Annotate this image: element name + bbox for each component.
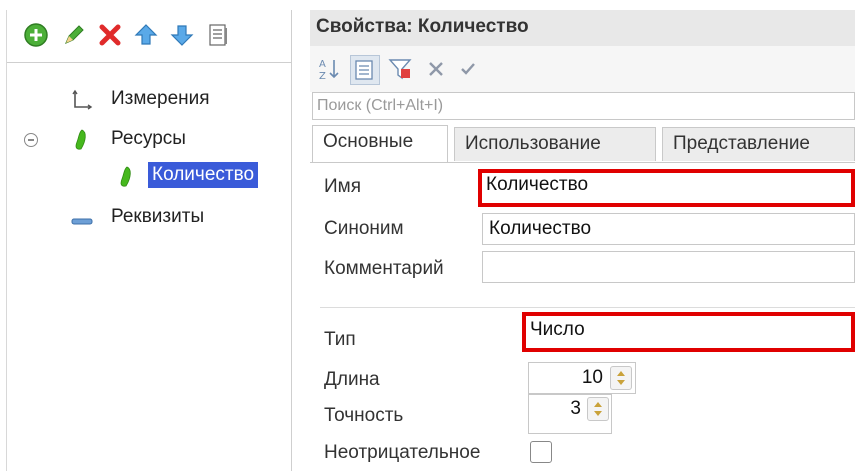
nonnegative-label: Неотрицательное xyxy=(324,442,481,463)
dimensions-icon xyxy=(71,89,93,116)
properties-title-bar: Свойства: Количество xyxy=(310,10,855,47)
comment-field[interactable] xyxy=(482,251,855,283)
tab-presentation[interactable]: Представление xyxy=(662,127,855,161)
spinner-arrows-icon xyxy=(594,402,602,416)
collapse-icon[interactable] xyxy=(23,132,39,153)
properties-tabs: Основные Использование Представление xyxy=(310,125,855,163)
tab-main[interactable]: Основные xyxy=(312,125,448,163)
properties-title: Свойства: Количество xyxy=(316,16,529,37)
type-field[interactable]: Число xyxy=(522,312,855,352)
synonym-label: Синоним xyxy=(324,218,404,239)
svg-text:A: A xyxy=(319,59,326,70)
precision-spinner[interactable] xyxy=(587,397,609,421)
filter-icon[interactable] xyxy=(386,55,414,83)
tree-item-label: Ресурсы xyxy=(111,128,186,149)
tree-toolbar xyxy=(7,10,291,63)
resource-icon xyxy=(73,129,89,156)
tabs-divider xyxy=(310,162,855,163)
delete-icon[interactable] xyxy=(97,22,123,48)
move-up-icon[interactable] xyxy=(133,22,159,48)
tree-item-resources[interactable]: Ресурсы xyxy=(7,125,287,155)
synonym-field[interactable]: Количество xyxy=(482,213,855,245)
length-label: Длина xyxy=(324,369,380,390)
add-icon[interactable] xyxy=(23,22,49,48)
search-placeholder: Поиск (Ctrl+Alt+I) xyxy=(317,97,444,114)
tab-usage[interactable]: Использование xyxy=(454,127,656,161)
type-label: Тип xyxy=(324,329,356,350)
name-field[interactable]: Количество xyxy=(478,169,855,207)
spinner-arrows-icon xyxy=(617,371,625,385)
cancel-icon[interactable] xyxy=(422,55,450,83)
svg-text:Z: Z xyxy=(319,71,326,82)
tree-item-label: Реквизиты xyxy=(111,206,205,227)
attribute-icon xyxy=(71,214,93,232)
tree-item-label: Измерения xyxy=(111,88,210,109)
length-spinner[interactable] xyxy=(610,366,632,390)
precision-label: Точность xyxy=(324,405,404,426)
name-label: Имя xyxy=(324,176,362,197)
apply-icon[interactable] xyxy=(454,55,482,83)
tree-item-dimensions[interactable]: Измерения xyxy=(7,85,287,115)
comment-label: Комментарий xyxy=(324,258,444,279)
resource-icon xyxy=(118,166,134,193)
tree-item-label: Количество xyxy=(148,162,259,188)
nonnegative-checkbox[interactable] xyxy=(530,441,552,463)
length-field[interactable]: 10 xyxy=(528,362,636,394)
search-input[interactable]: Поиск (Ctrl+Alt+I) xyxy=(312,92,855,120)
categories-icon[interactable] xyxy=(350,55,380,85)
precision-field[interactable]: 3 xyxy=(528,394,612,434)
edit-icon[interactable] xyxy=(61,22,87,48)
sort-az-icon[interactable]: AZ xyxy=(316,55,344,83)
properties-toolbar: AZ xyxy=(310,46,855,92)
tree-item-attributes[interactable]: Реквизиты xyxy=(7,203,287,233)
list-icon[interactable] xyxy=(205,22,231,48)
properties-panel: Свойства: Количество AZ Поиск (Ctrl+Alt+… xyxy=(310,10,855,471)
length-value: 10 xyxy=(581,367,603,388)
metadata-tree-panel: Измерения Ресурсы Количество Реквизиты xyxy=(6,10,292,471)
tree-item-quantity[interactable]: Количество xyxy=(7,161,287,191)
move-down-icon[interactable] xyxy=(169,22,195,48)
section-divider xyxy=(320,307,855,308)
precision-value: 3 xyxy=(570,398,581,419)
